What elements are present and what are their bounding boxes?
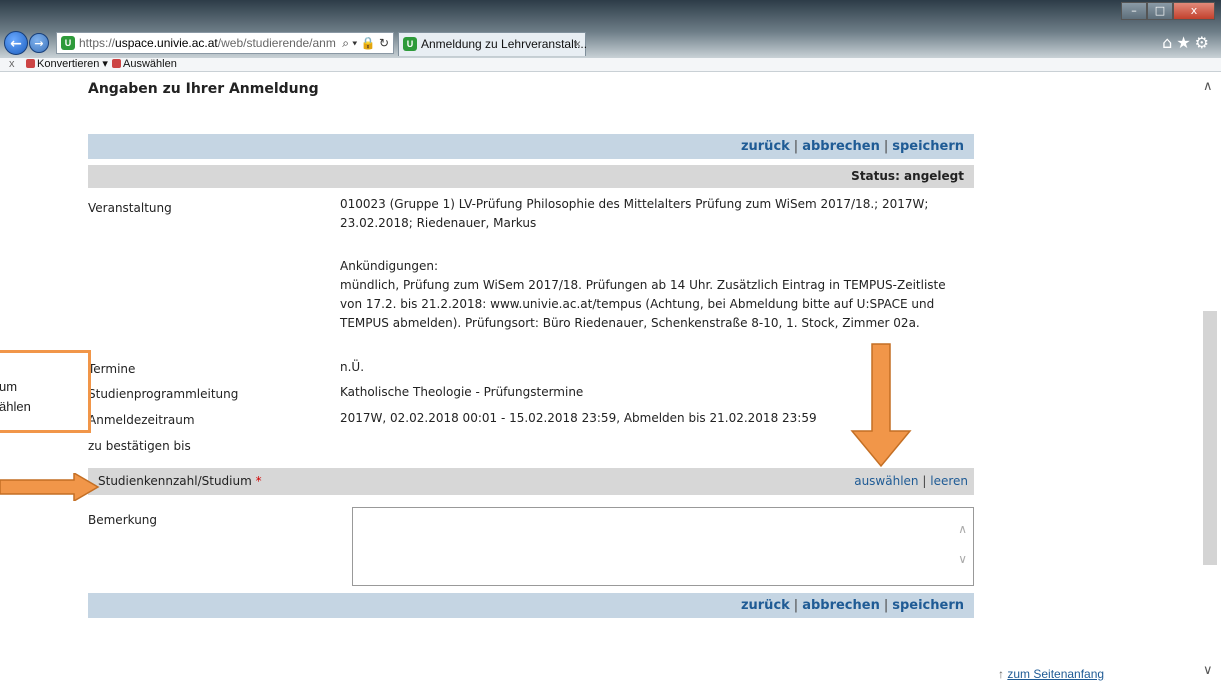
forward-arrow-icon[interactable]: → xyxy=(29,33,49,53)
announcements-title: Ankündigungen: xyxy=(340,259,439,273)
select-icon xyxy=(112,59,121,68)
page-content: Angaben zu Ihrer Anmeldung zurück | abbrec… xyxy=(0,73,1221,686)
page-scrollbar[interactable]: ∧ ∨ xyxy=(1199,73,1221,686)
termine-label: Termine xyxy=(88,362,136,376)
convert-label: Konvertieren ▾ xyxy=(37,58,108,70)
site-favicon-icon: U xyxy=(61,36,75,50)
address-tools-icons[interactable]: ⌕ ▾ 🔒 ↻ xyxy=(338,33,389,53)
window-controls: – □ x xyxy=(1121,2,1215,20)
annotation-arrow-down-icon xyxy=(850,343,912,468)
studienprogramm-value: Katholische Theologie - Prüfungstermine xyxy=(340,385,584,399)
save-link[interactable]: speichern xyxy=(892,598,964,613)
cancel-link[interactable]: abbrechen xyxy=(802,598,880,613)
minimize-button[interactable]: – xyxy=(1121,2,1147,20)
scrollbar-thumb[interactable] xyxy=(1203,311,1217,565)
anmeldezeitraum-label: Anmeldezeitraum xyxy=(88,413,195,427)
studium-label-text: Studienkennzahl/Studium xyxy=(98,474,252,488)
cancel-link[interactable]: abbrechen xyxy=(802,139,880,154)
page-title: Angaben zu Ihrer Anmeldung xyxy=(88,81,319,97)
back-link[interactable]: zurück xyxy=(741,598,790,613)
close-command-bar-icon[interactable]: x xyxy=(9,58,15,71)
studium-actions: auswählen | leeren xyxy=(854,468,968,495)
select-label: Auswählen xyxy=(123,58,177,70)
url-host: uspace.univie.ac.at xyxy=(115,36,218,50)
tab-close-icon[interactable]: × xyxy=(574,33,581,55)
bemerkung-textarea[interactable]: ∧ ∨ xyxy=(352,507,974,586)
status-bar: Status: angelegt xyxy=(88,165,974,188)
scroll-up-icon[interactable]: ∧ xyxy=(1203,79,1213,94)
command-bar: x Konvertieren ▾ Auswählen xyxy=(0,58,1221,72)
veranstaltung-label: Veranstaltung xyxy=(88,201,172,215)
browser-chrome: – □ x ← → U https://uspace.univie.ac.at/… xyxy=(0,0,1221,58)
separator: | xyxy=(883,598,889,613)
tab-title: Anmeldung zu Lehrveranstalt... xyxy=(421,37,588,51)
convert-menu[interactable]: Konvertieren ▾ xyxy=(26,58,108,71)
browser-tab[interactable]: U Anmeldung zu Lehrveranstalt... × xyxy=(398,32,588,56)
url-prefix: https:// xyxy=(79,36,116,50)
select-menu[interactable]: Auswählen xyxy=(112,58,177,71)
annotation-arrow-right-icon xyxy=(0,473,100,501)
bestaetigen-label: zu bestätigen bis xyxy=(88,439,191,453)
back-to-top: ↑ zum Seitenanfang xyxy=(998,667,1104,681)
studium-label: Studienkennzahl/Studium * xyxy=(98,468,262,495)
separator: | xyxy=(793,139,799,154)
back-to-top-link[interactable]: zum Seitenanfang xyxy=(1007,667,1104,681)
bemerkung-label: Bemerkung xyxy=(88,513,158,527)
pdf-icon xyxy=(26,59,35,68)
studienprogramm-label: Studienprogrammleitung xyxy=(88,387,239,401)
up-arrow-icon: ↑ xyxy=(998,667,1004,681)
required-mark: * xyxy=(255,474,262,488)
separator: | xyxy=(922,474,927,488)
address-bar[interactable]: U https://uspace.univie.ac.at/web/studie… xyxy=(56,32,394,54)
separator: | xyxy=(793,598,799,613)
callout-line-2: ählen xyxy=(0,399,31,414)
back-arrow-icon[interactable]: ← xyxy=(4,31,28,55)
bottom-action-bar: zurück | abbrechen | speichern xyxy=(88,593,974,618)
annotation-callout: um ählen xyxy=(0,350,91,433)
announcements-text: mündlich, Prüfung zum WiSem 2017/18. Prü… xyxy=(340,278,946,330)
textarea-scroll-up-icon[interactable]: ∧ xyxy=(958,522,967,536)
maximize-button[interactable]: □ xyxy=(1147,2,1173,20)
back-link[interactable]: zurück xyxy=(741,139,790,154)
studium-row: Studienkennzahl/Studium * auswählen | le… xyxy=(88,468,974,495)
separator: | xyxy=(883,139,889,154)
termine-value: n.Ü. xyxy=(340,360,365,374)
tab-favicon-icon: U xyxy=(403,37,417,51)
clear-study-link[interactable]: leeren xyxy=(930,474,968,488)
navigation-bar: ← → U https://uspace.univie.ac.at/web/st… xyxy=(0,30,1221,58)
close-window-button[interactable]: x xyxy=(1173,2,1215,20)
textarea-scroll-down-icon[interactable]: ∨ xyxy=(958,552,967,566)
select-study-link[interactable]: auswählen xyxy=(854,474,918,488)
top-action-bar: zurück | abbrechen | speichern xyxy=(88,134,974,159)
home-favorites-settings-icons[interactable]: ⌂★⚙ xyxy=(1162,33,1213,52)
veranstaltung-value: 010023 (Gruppe 1) LV-Prüfung Philosophie… xyxy=(340,197,929,230)
scroll-down-icon[interactable]: ∨ xyxy=(1203,663,1213,678)
anmeldezeitraum-value: 2017W, 02.02.2018 00:01 - 15.02.2018 23:… xyxy=(340,411,817,425)
callout-line-1: um xyxy=(0,379,18,394)
save-link[interactable]: speichern xyxy=(892,139,964,154)
url-path: /web/studierende/anm xyxy=(217,36,336,50)
